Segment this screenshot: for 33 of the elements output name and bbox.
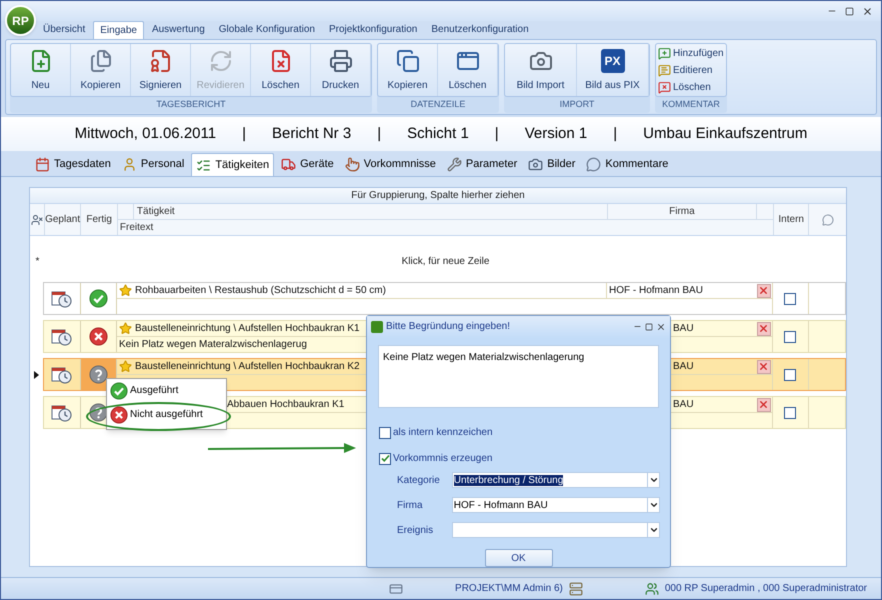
checkbox-label: Vorkommnis erzeugen — [393, 452, 492, 466]
user-label: 000 RP Superadmin , 000 Superadministrator — [664, 582, 867, 596]
checkbox-label: als intern kennzeichen — [393, 426, 493, 440]
report-info: Bericht Nr 3 — [272, 124, 352, 144]
separator: | — [242, 124, 246, 144]
group-title: DATENZEILE — [410, 98, 466, 111]
new-row-hint: Klick, für neue Zeile — [400, 254, 490, 268]
report-info: Version 1 — [524, 124, 588, 144]
table-cell: HOF - Hofmann BAU — [606, 283, 755, 298]
new-row-marker: * — [34, 254, 40, 268]
separator: | — [377, 124, 382, 144]
group-title: KOMMENTAR — [661, 98, 721, 111]
table-cell-text: Baustelleneinrichtung \ Aufstellen Hochbaukran K2 — [134, 360, 361, 374]
table-cell-text: Abbauen Hochbaukran K1 — [226, 398, 346, 412]
field-label: Ereignis — [397, 524, 434, 538]
separator: | — [613, 124, 618, 144]
field-value: HOF - Hofmann BAU — [454, 500, 548, 510]
field-label: Kategorie — [397, 474, 441, 488]
separator: | — [494, 124, 499, 144]
field-label: Firma — [397, 498, 424, 512]
report-info: Schicht 1 — [407, 124, 469, 144]
dialog-title: Bitte Begründung eingeben! — [386, 320, 511, 334]
group-title: TAGESBERICHT — [155, 98, 227, 111]
group-title: IMPORT — [558, 98, 596, 111]
report-info: Umbau Einkaufszentrum — [643, 124, 808, 144]
report-info: Mittwoch, 01.06.2011 — [74, 124, 216, 144]
pix-logo: PX — [600, 49, 624, 73]
table-cell: Kein Platz wegen Materalzwischenlagerug — [119, 339, 307, 350]
group-hint: Für Gruppierung, Spalte hierher ziehen — [30, 188, 846, 204]
project-label: PROJEKT\MM Admin 6) — [455, 582, 563, 596]
table-cell-text: Rohbauarbeiten \ Restaushub (Schutzschicht d = 50 cm) — [134, 284, 387, 298]
table-cell-text: Baustelleneinrichtung \ Aufstellen Hochbaukran K1 — [134, 322, 361, 336]
field-value: Unterbrechung / Störung — [454, 474, 564, 486]
